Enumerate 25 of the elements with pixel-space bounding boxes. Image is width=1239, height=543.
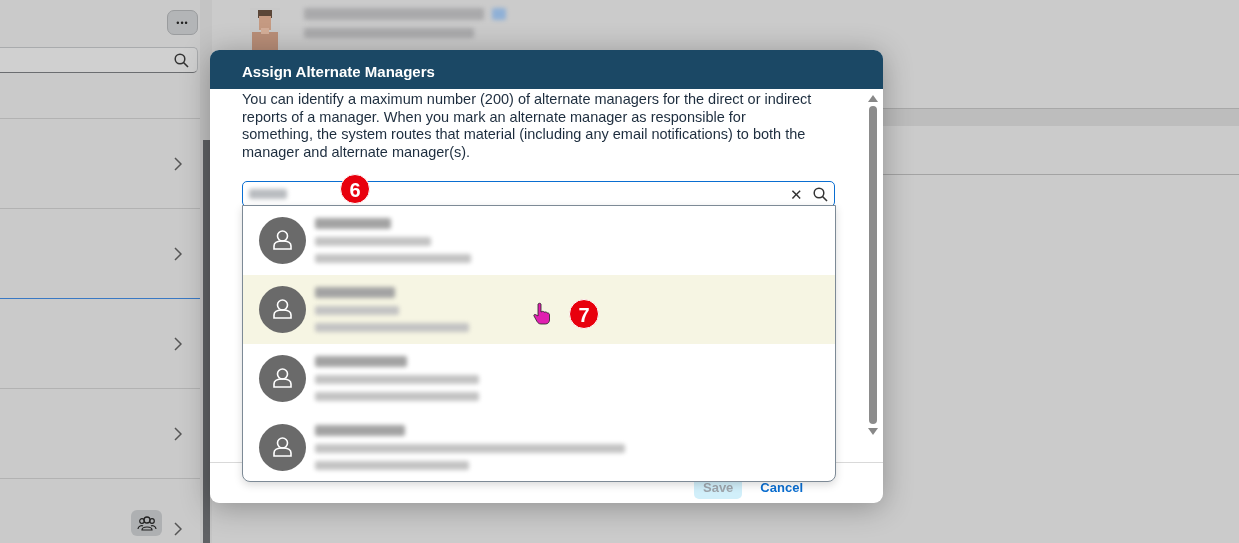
chevron-right-icon[interactable] bbox=[174, 156, 182, 171]
search-icon[interactable] bbox=[174, 52, 189, 68]
scroll-down-arrow-icon[interactable] bbox=[868, 428, 878, 435]
chevron-right-icon[interactable] bbox=[174, 246, 182, 261]
dialog-title: Assign Alternate Managers bbox=[210, 50, 883, 89]
group-button[interactable] bbox=[131, 510, 162, 536]
blurred-text bbox=[249, 189, 287, 200]
scroll-up-arrow-icon[interactable] bbox=[868, 95, 878, 102]
avatar-icon bbox=[259, 286, 306, 333]
clear-button[interactable]: ✕ bbox=[780, 186, 813, 202]
chevron-right-icon[interactable] bbox=[174, 522, 182, 536]
avatar-icon bbox=[259, 355, 306, 402]
scrollbar[interactable] bbox=[202, 140, 210, 543]
chevron-right-icon[interactable] bbox=[174, 426, 182, 441]
hand-cursor-icon bbox=[532, 302, 550, 326]
result-item[interactable] bbox=[243, 275, 835, 344]
avatar-icon bbox=[259, 424, 306, 471]
search-field[interactable] bbox=[0, 47, 198, 73]
description-text: You can identify a maximum number (200) of alternate managers for the direct or indirect reports of a manager. When you mark an alternate manager as responsible for something, the system routes that material (including any email notifications) to both the manager and alternate manager(s). bbox=[242, 91, 813, 162]
avatar-icon bbox=[259, 217, 306, 264]
blurred-text bbox=[492, 8, 506, 20]
more-button[interactable]: ••• bbox=[167, 10, 198, 35]
chevron-right-icon[interactable] bbox=[174, 336, 182, 351]
people-icon bbox=[136, 514, 157, 532]
search-icon[interactable] bbox=[813, 186, 828, 202]
